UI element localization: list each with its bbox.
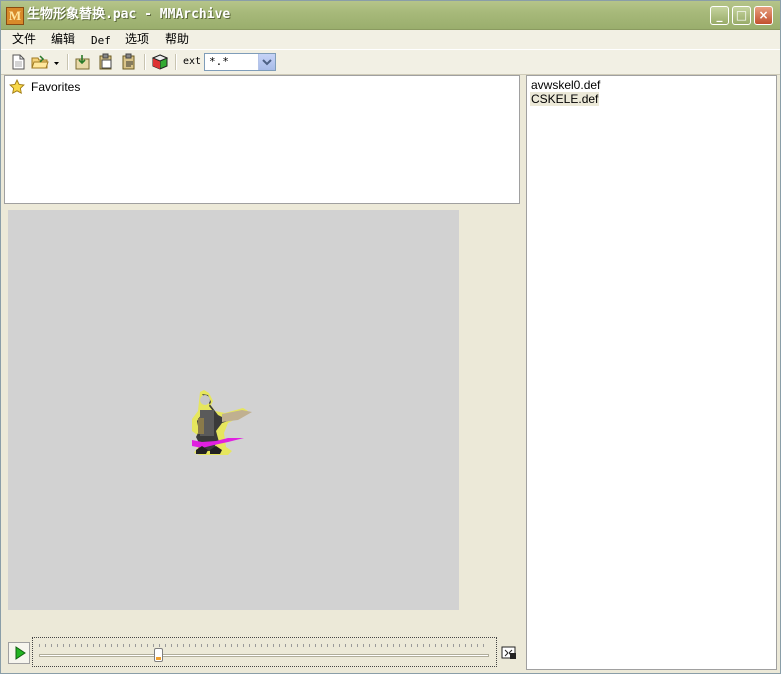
minimize-button[interactable]: _: [710, 6, 729, 25]
dropdown-arrow-icon[interactable]: [51, 53, 61, 71]
close-button[interactable]: ×: [754, 6, 773, 25]
minimize-icon: _: [716, 8, 723, 22]
folder-tree-panel[interactable]: Favorites: [4, 75, 520, 204]
favorites-label: Favorites: [31, 80, 81, 94]
file-item-avwskel0[interactable]: avwskel0.def: [530, 78, 601, 92]
extract-icon[interactable]: [74, 53, 92, 71]
open-folder-icon[interactable]: [31, 53, 49, 71]
ext-filter-select[interactable]: *.*: [204, 53, 276, 71]
app-icon[interactable]: M: [6, 7, 24, 25]
slider-ticks: [39, 644, 489, 647]
title-bar[interactable]: M 生物形象替换.pac - MMArchive _ □ ×: [1, 1, 780, 30]
star-icon: [9, 79, 25, 94]
menu-help[interactable]: 帮助: [165, 32, 189, 47]
play-button[interactable]: [8, 642, 30, 664]
fit-view-icon[interactable]: [501, 646, 517, 660]
menu-file[interactable]: 文件: [12, 32, 36, 47]
paste-icon[interactable]: [97, 53, 115, 71]
menu-bar: 文件 编辑 Def 选项 帮助: [1, 30, 780, 49]
ext-filter-value: *.*: [209, 55, 229, 68]
menu-def[interactable]: Def: [91, 33, 111, 48]
skeleton-warrior-sprite: [192, 390, 252, 455]
toolbar: ext *.*: [1, 49, 780, 75]
rubiks-cube-icon[interactable]: [151, 53, 169, 71]
frame-slider[interactable]: [32, 637, 497, 667]
sprite-preview: [8, 210, 459, 610]
toolbar-separator: [144, 54, 146, 70]
menu-edit[interactable]: 编辑: [51, 32, 75, 47]
file-list-panel[interactable]: avwskel0.def CSKELE.def: [526, 75, 777, 670]
ext-label: ext: [183, 56, 202, 67]
chevron-down-icon[interactable]: [258, 54, 275, 70]
play-icon: [15, 646, 26, 660]
slider-thumb[interactable]: [153, 648, 163, 662]
close-icon: ×: [758, 8, 769, 22]
slider-track[interactable]: [39, 654, 489, 657]
new-file-icon[interactable]: [9, 53, 27, 71]
toolbar-separator: [67, 54, 69, 70]
toolbar-separator: [175, 54, 177, 70]
file-item-cskele[interactable]: CSKELE.def: [530, 92, 600, 106]
maximize-icon: □: [735, 8, 748, 22]
window-title: 生物形象替换.pac - MMArchive: [27, 7, 231, 22]
app-window: M 生物形象替换.pac - MMArchive _ □ × 文件 编辑 Def…: [0, 0, 781, 674]
menu-options[interactable]: 选项: [125, 32, 149, 47]
replace-icon[interactable]: [120, 53, 138, 71]
maximize-button[interactable]: □: [732, 6, 751, 25]
